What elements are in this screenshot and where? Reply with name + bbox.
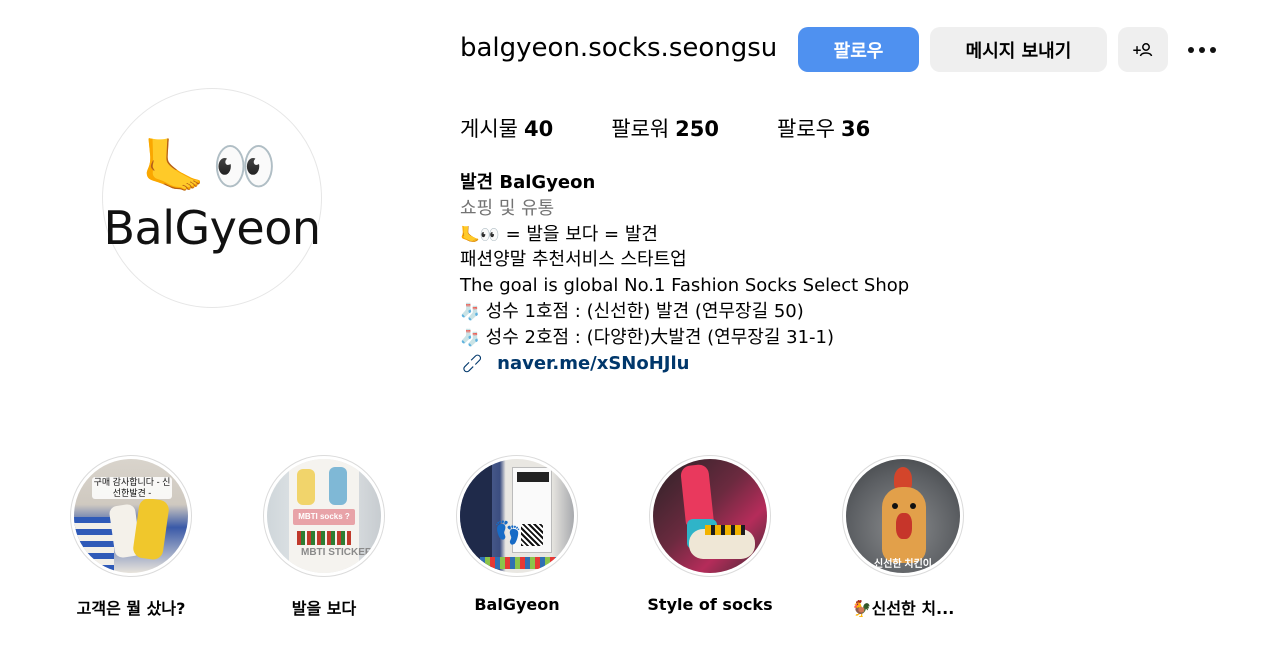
- pink-leg: [679, 463, 715, 527]
- qr-code-icon: [521, 524, 543, 546]
- chicken-eye: [910, 503, 916, 509]
- following-stat[interactable]: 팔로우 36: [777, 113, 870, 143]
- highlight-caption: 신선한 치킨이: [874, 559, 932, 570]
- highlight-caption: MBTI socks ?: [293, 509, 355, 525]
- dot: [1199, 47, 1205, 53]
- profile-stats: 게시물 40 팔로워 250 팔로우 36: [460, 113, 928, 143]
- socks-emoji: 🧦: [460, 301, 480, 321]
- highlight-image: MBTI socks ? MBTI STICKER: [267, 459, 381, 573]
- blue-sock: [329, 467, 347, 505]
- posts-count: 40: [523, 117, 554, 141]
- highlight-caption: 구매 감사합니다 - 신선한발견 -: [92, 477, 172, 499]
- chicken-eye: [892, 503, 898, 509]
- dot: [1188, 47, 1194, 53]
- display-name: 발견 BalGyeon: [460, 172, 596, 193]
- foot-eyes-emoji: 🦶👀: [460, 224, 500, 244]
- profile-avatar[interactable]: 🦶👀 BalGyeon: [102, 88, 322, 308]
- bio-line: 🧦 성수 1호점 : (신선한) 발견 (연무장길 50): [460, 299, 909, 325]
- highlight-image: 구매 감사합니다 - 신선한발견 -: [74, 459, 188, 573]
- dot: [1210, 47, 1216, 53]
- story-highlight[interactable]: 신선한 치킨이 🐓신선한 치...: [828, 455, 978, 619]
- highlight-cover[interactable]: 👣: [456, 455, 578, 577]
- sandal-strap: [705, 525, 745, 535]
- highlight-image: 신선한 치킨이: [846, 459, 960, 573]
- avatar-emoji: 🦶👀: [141, 137, 283, 197]
- suggest-accounts-button[interactable]: +: [1118, 27, 1168, 72]
- message-button[interactable]: 메시지 보내기: [930, 27, 1107, 72]
- bio-link-text[interactable]: naver.me/xSNoHJlu: [497, 351, 689, 377]
- username: balgyeon.socks.seongsu: [460, 33, 778, 63]
- socks-emoji: 🧦: [460, 327, 480, 347]
- highlight-label: 🐓신선한 치...: [851, 599, 955, 618]
- posts-stat: 게시물 40: [460, 113, 553, 143]
- highlight-cover[interactable]: [649, 455, 771, 577]
- link-icon: ⊂⊃: [456, 347, 488, 379]
- highlight-label: 발을 보다: [291, 599, 357, 618]
- yellow-sock: [131, 497, 171, 561]
- avatar-text: BalGyeon: [103, 201, 322, 255]
- more-options-icon[interactable]: [1182, 36, 1222, 64]
- highlight-label: Style of socks: [647, 595, 773, 614]
- highlight-cover[interactable]: 구매 감사합니다 - 신선한발견 -: [70, 455, 192, 577]
- followers-label: 팔로워: [611, 117, 670, 141]
- highlight-image: [653, 459, 767, 573]
- highlight-cover[interactable]: MBTI socks ? MBTI STICKER: [263, 455, 385, 577]
- striped-sock: [74, 517, 114, 573]
- sticker-row: [297, 531, 351, 545]
- bio-line: 패션양말 추천서비스 스타트업: [460, 249, 687, 271]
- followers-stat[interactable]: 팔로워 250: [611, 113, 719, 143]
- socks-icon: 👣: [494, 521, 522, 546]
- following-label: 팔로우: [777, 117, 835, 141]
- chicken-beak: [896, 513, 912, 539]
- bio-line: The goal is global No.1 Fashion Socks Se…: [460, 275, 910, 297]
- story-highlight[interactable]: 구매 감사합니다 - 신선한발견 - 고객은 뭘 샀나?: [56, 455, 206, 619]
- yellow-sock: [297, 469, 315, 505]
- bio-text: 성수 1호점 : (신선한) 발견 (연무장길 50): [485, 300, 804, 322]
- bio-line: 🧦 성수 2호점 : (다양한)大발견 (연무장길 31-1): [460, 325, 909, 351]
- highlight-caption: MBTI STICKER: [301, 547, 373, 558]
- highlight-image: 👣: [460, 459, 574, 573]
- story-highlight[interactable]: Style of socks: [635, 455, 785, 614]
- bio-link[interactable]: ⊂⊃ naver.me/xSNoHJlu: [457, 348, 909, 379]
- posts-label: 게시물: [460, 117, 518, 141]
- card-header: [517, 472, 549, 482]
- following-count: 36: [840, 117, 871, 141]
- add-person-icon: +: [1132, 43, 1153, 57]
- profile-bio: 발견 BalGyeon 쇼핑 및 유통 🦶👀 = 발을 보다 = 발견 패션양말…: [457, 170, 910, 379]
- story-highlight[interactable]: 👣 BalGyeon: [442, 455, 592, 614]
- highlight-label: 고객은 뭘 샀나?: [76, 599, 186, 618]
- bio-line: 🦶👀 = 발을 보다 = 발견: [460, 222, 909, 248]
- category-label: 쇼핑 및 유통: [460, 197, 555, 219]
- follow-button[interactable]: 팔로우: [798, 27, 919, 72]
- followers-count: 250: [675, 117, 720, 141]
- highlight-label: BalGyeon: [474, 595, 560, 614]
- dark-panel: [460, 459, 492, 573]
- color-strip: [480, 557, 560, 569]
- highlight-cover[interactable]: 신선한 치킨이: [842, 455, 964, 577]
- bio-text: 성수 2호점 : (다양한)大발견 (연무장길 31-1): [485, 326, 835, 348]
- story-highlight[interactable]: MBTI socks ? MBTI STICKER 발을 보다: [249, 455, 399, 619]
- bio-text: = 발을 보다 = 발견: [499, 223, 658, 245]
